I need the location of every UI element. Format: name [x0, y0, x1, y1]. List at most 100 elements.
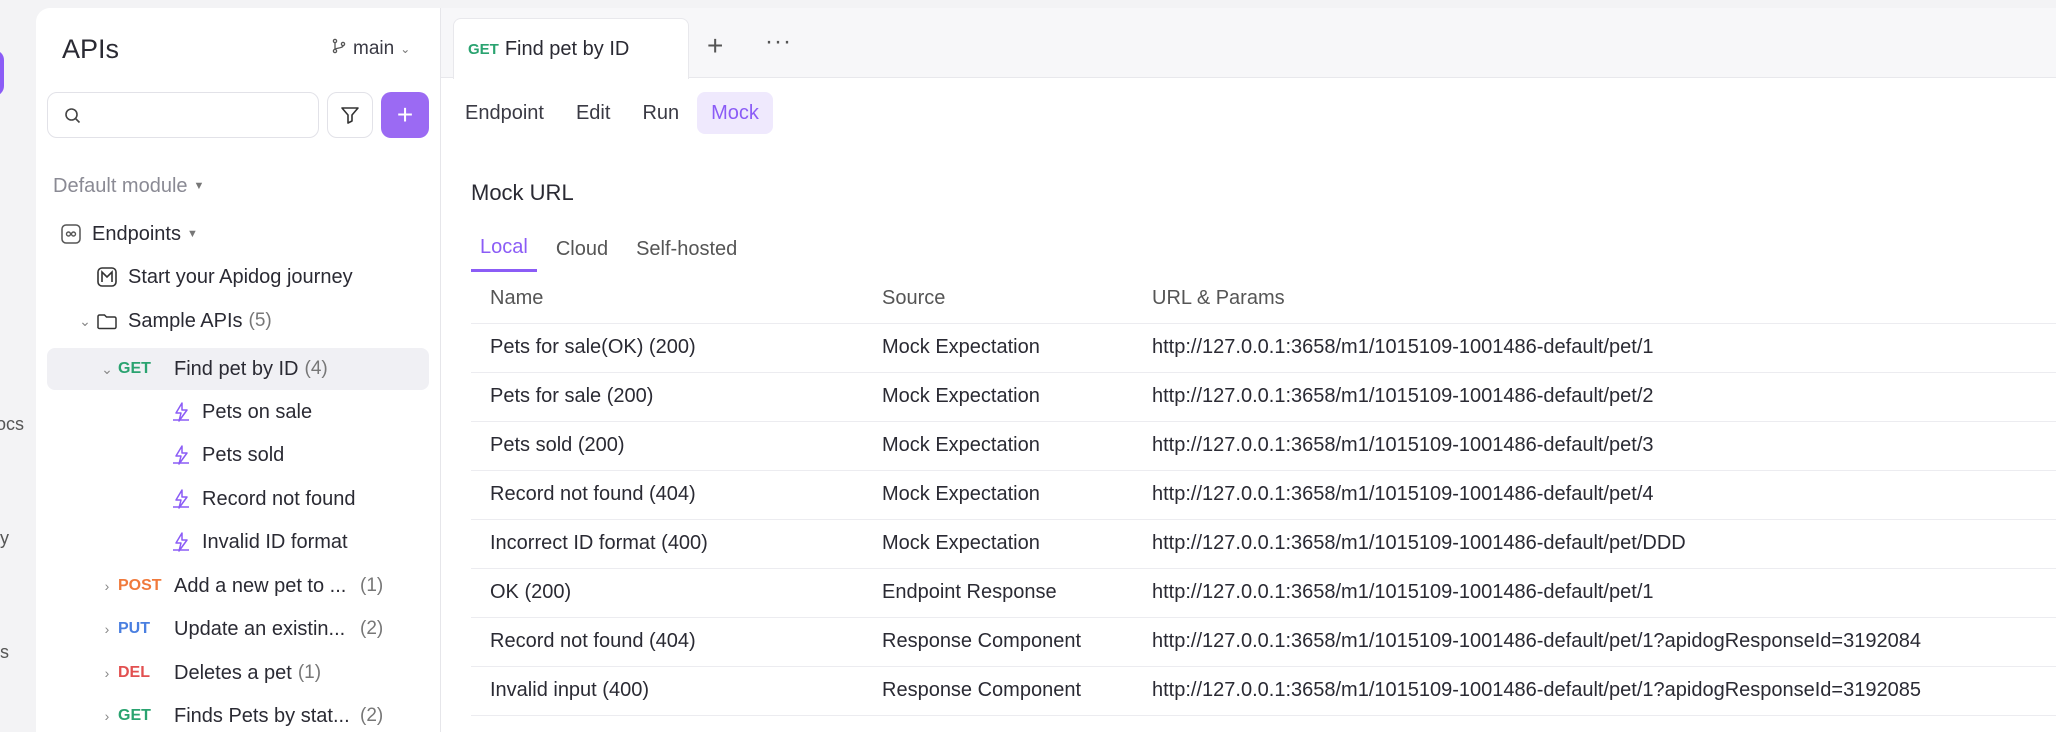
tree-folder-sample-apis[interactable]: ⌄ Sample APIs (5)	[74, 301, 272, 341]
method-badge: DEL	[118, 664, 150, 681]
mock-url[interactable]: http://127.0.0.1:3658/m1/1015109-1001486…	[1133, 617, 2056, 667]
expectation-label: Pets on sale	[202, 400, 313, 423]
table-row[interactable]: Record not found (404) Response Component…	[471, 617, 2056, 667]
mock-source: Response Component	[863, 617, 1133, 667]
rail-label[interactable]: ocs	[0, 414, 24, 435]
endpoints-label: Endpoints	[92, 222, 181, 245]
tab-self-hosted[interactable]: Self-hosted	[627, 226, 746, 272]
mock-name: Record not found (404)	[471, 470, 863, 520]
tab-cloud[interactable]: Cloud	[547, 226, 617, 272]
chevron-down-icon: ⌄	[79, 312, 91, 329]
search-box[interactable]	[47, 92, 319, 138]
branch-label: main	[353, 38, 395, 59]
endpoint-count: (1)	[297, 662, 322, 683]
app-logo-icon[interactable]	[0, 50, 4, 96]
tree-item-endpoint[interactable]: › PUT Update an existin... (2)	[96, 609, 384, 649]
mock-source: Mock Expectation	[863, 372, 1133, 422]
endpoint-count: (1)	[360, 575, 384, 596]
mock-source: Mock Expectation	[863, 470, 1133, 520]
mock-url[interactable]: http://127.0.0.1:3658/m1/1015109-1001486…	[1133, 568, 2056, 618]
folder-icon	[96, 310, 118, 332]
method-badge: POST	[118, 577, 162, 594]
mock-url[interactable]: http://127.0.0.1:3658/m1/1015109-1001486…	[1133, 470, 2056, 520]
mock-url[interactable]: http://127.0.0.1:3658/m1/1015109-1001486…	[1133, 421, 2056, 471]
chevron-down-icon: ⌄	[101, 360, 113, 377]
tab-run[interactable]: Run	[628, 92, 693, 134]
mock-url-table: Name Source URL & Params Pets for sale(O…	[471, 275, 2056, 716]
tab-mock[interactable]: Mock	[697, 92, 773, 134]
tree-item-endpoint[interactable]: › POST Add a new pet to ... (1)	[96, 566, 384, 606]
filter-button[interactable]	[327, 92, 373, 138]
folder-count: (5)	[248, 310, 272, 331]
mock-name: Pets sold (200)	[471, 421, 863, 471]
new-tab-icon[interactable]: +	[707, 30, 723, 62]
table-row[interactable]: Record not found (404) Mock Expectation ht…	[471, 470, 2056, 520]
chevron-right-icon: ›	[104, 665, 110, 681]
tab-local[interactable]: Local	[471, 226, 537, 272]
table-row[interactable]: Invalid input (400) Response Component htt…	[471, 666, 2056, 716]
tab-find-pet[interactable]: GET Find pet by ID	[453, 18, 689, 79]
module-label: Default module	[53, 174, 188, 197]
sidebar: APIs main ⌄ + Default module ▼ Endpoints…	[36, 8, 441, 732]
tree-item-find-pet[interactable]: ⌄ GET Find pet by ID (4)	[96, 349, 328, 389]
table-row[interactable]: Pets for sale (200) Mock Expectation http:…	[471, 372, 2056, 422]
endpoints-folder[interactable]: Endpoints ▼	[60, 214, 198, 254]
chevron-right-icon: ›	[104, 708, 110, 724]
expectation-label: Pets sold	[202, 443, 285, 466]
method-badge: GET	[118, 360, 151, 377]
rail-label[interactable]: s	[0, 642, 9, 663]
mock-source: Endpoint Response	[863, 568, 1133, 618]
mock-name: Invalid input (400)	[471, 666, 863, 716]
tree-item-expectation[interactable]: Pets on sale	[170, 392, 312, 432]
tab-label: Find pet by ID	[504, 37, 630, 60]
mock-name: Incorrect ID format (400)	[471, 519, 863, 569]
method-badge: GET	[468, 40, 499, 58]
mock-source: Response Component	[863, 666, 1133, 716]
table-row[interactable]: Pets sold (200) Mock Expectation http://12…	[471, 421, 2056, 471]
tree-item-endpoint[interactable]: › GET Finds Pets by stat... (2)	[96, 696, 384, 732]
sidebar-title: APIs	[62, 34, 120, 64]
main-panel: GET Find pet by ID + ··· Endpoint Edit R…	[441, 8, 2056, 732]
rail-label[interactable]: y	[0, 528, 9, 549]
table-row[interactable]: Pets for sale(OK) (200) Mock Expectation h…	[471, 323, 2056, 373]
tab-endpoint[interactable]: Endpoint	[451, 92, 558, 134]
branch-selector[interactable]: main ⌄	[331, 38, 410, 60]
tree-item-expectation[interactable]: Pets sold	[170, 435, 284, 475]
module-selector[interactable]: Default module ▼	[53, 166, 204, 206]
expectation-label: Record not found	[202, 487, 356, 510]
endpoint-label: Deletes a pet	[174, 661, 292, 684]
method-badge: PUT	[118, 620, 150, 637]
plus-icon: +	[396, 99, 414, 130]
table-row[interactable]: OK (200) Endpoint Response http://127.0.0.…	[471, 568, 2056, 618]
mock-name: Record not found (404)	[471, 617, 863, 667]
left-rail: ocs y s	[0, 0, 36, 732]
tree-item-endpoint[interactable]: › DEL Deletes a pet (1)	[96, 653, 321, 693]
search-input[interactable]	[92, 103, 302, 127]
mock-expectation-icon	[170, 531, 192, 553]
folder-label: Sample APIs	[128, 309, 243, 332]
mock-env-tabs: Local Cloud Self-hosted	[471, 226, 756, 272]
mock-url[interactable]: http://127.0.0.1:3658/m1/1015109-1001486…	[1133, 519, 2056, 569]
endpoint-subtabs: Endpoint Edit Run Mock	[441, 92, 773, 134]
tree-item-journey[interactable]: Start your Apidog journey	[96, 257, 353, 297]
add-button[interactable]: +	[381, 92, 429, 138]
table-row[interactable]: Incorrect ID format (400) Mock Expectatio…	[471, 519, 2056, 569]
mock-name: OK (200)	[471, 568, 863, 618]
chevron-right-icon: ›	[104, 578, 110, 594]
chevron-right-icon: ›	[104, 621, 110, 637]
mock-source: Mock Expectation	[863, 323, 1133, 373]
tree-item-expectation[interactable]: Invalid ID format	[170, 522, 348, 562]
expectation-label: Invalid ID format	[202, 530, 348, 553]
more-icon[interactable]: ···	[765, 28, 792, 56]
mock-source: Mock Expectation	[863, 421, 1133, 471]
mock-url[interactable]: http://127.0.0.1:3658/m1/1015109-1001486…	[1133, 372, 2056, 422]
tree-item-expectation[interactable]: Record not found	[170, 479, 355, 519]
search-icon	[65, 108, 81, 124]
mock-url[interactable]: http://127.0.0.1:3658/m1/1015109-1001486…	[1133, 323, 2056, 373]
caret-down-icon: ▼	[193, 180, 205, 192]
mock-url[interactable]: http://127.0.0.1:3658/m1/1015109-1001486…	[1133, 666, 2056, 716]
endpoint-count: (2)	[360, 618, 384, 639]
column-header: URL & Params	[1133, 275, 2056, 324]
tab-edit[interactable]: Edit	[562, 92, 624, 134]
endpoint-label: Add a new pet to ...	[174, 574, 347, 597]
